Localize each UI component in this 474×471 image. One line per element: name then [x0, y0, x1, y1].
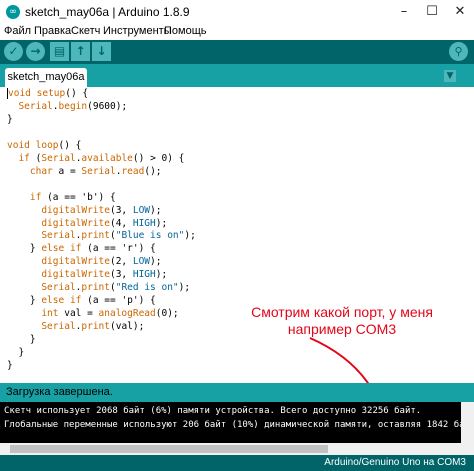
minimize-button[interactable]: –	[390, 0, 418, 24]
annotation-text: Смотрим какой порт, у меня например COM3	[251, 304, 433, 337]
tab-sketch[interactable]: sketch_may06a	[5, 68, 87, 87]
upload-icon[interactable]: →	[26, 42, 45, 61]
maximize-button[interactable]: ☐	[418, 0, 446, 24]
window-title: sketch_may06a | Arduino 1.8.9	[25, 5, 190, 19]
save-icon[interactable]: ↓	[92, 42, 111, 61]
console-horizontal-scrollbar[interactable]	[0, 443, 474, 455]
menu-bar: Файл Правка Скетч Инструменты Помощь	[0, 24, 474, 40]
status-message: Загрузка завершена.	[6, 386, 113, 398]
title-bar: ∞ sketch_may06a | Arduino 1.8.9 – ☐ ✕	[0, 0, 474, 25]
footer-bar: Arduino/Genuino Uno на COM3	[0, 455, 474, 471]
console-line-1: Скетч использует 2068 байт (6%) памяти у…	[4, 406, 422, 416]
console-line-2: Глобальные переменные используют 206 бай…	[4, 420, 474, 430]
open-icon[interactable]: ↑	[71, 42, 90, 61]
console-output: Скетч использует 2068 байт (6%) памяти у…	[0, 402, 474, 443]
tab-bar: sketch_may06a ▼	[0, 64, 474, 87]
menu-help[interactable]: Помощь	[164, 25, 207, 37]
console-vertical-scrollbar[interactable]	[461, 402, 474, 443]
status-bar: Загрузка завершена.	[0, 383, 474, 402]
close-button[interactable]: ✕	[446, 0, 474, 24]
menu-edit[interactable]: Правка	[34, 25, 71, 37]
serial-monitor-icon[interactable]: ⚲	[449, 42, 468, 61]
board-port-label: Arduino/Genuino Uno на COM3	[324, 457, 466, 468]
arduino-logo-icon: ∞	[6, 5, 20, 19]
menu-sketch[interactable]: Скетч	[71, 25, 100, 37]
code-text[interactable]: void setup() { Serial.begin(9600); } voi…	[7, 88, 196, 373]
verify-icon[interactable]: ✓	[4, 42, 23, 61]
new-sketch-icon[interactable]: ▤	[50, 42, 69, 61]
tab-menu-chevron-down-icon[interactable]: ▼	[444, 70, 456, 82]
menu-file[interactable]: Файл	[4, 25, 31, 37]
menu-tools[interactable]: Инструменты	[103, 25, 172, 37]
scroll-thumb[interactable]	[10, 445, 328, 453]
toolbar: ✓ → ▤ ↑ ↓ ⚲	[0, 40, 474, 64]
